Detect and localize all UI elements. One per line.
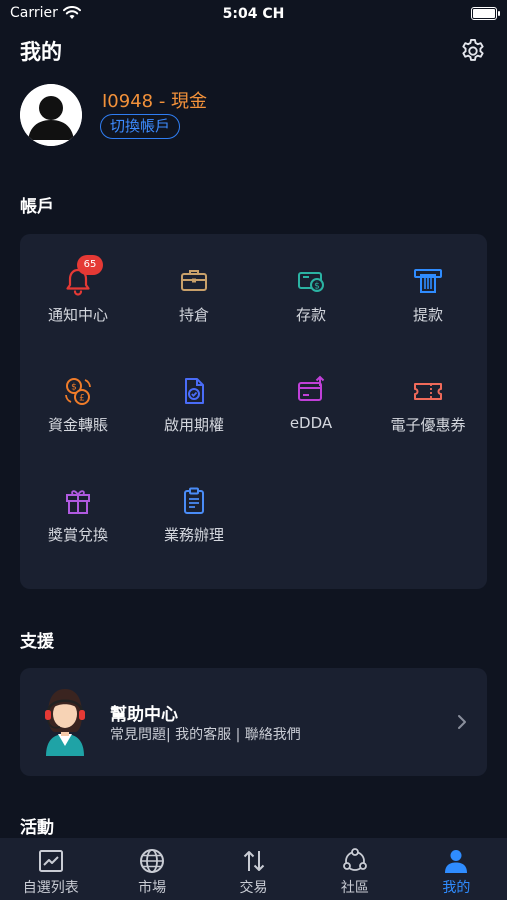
chevron-right-icon: [458, 715, 466, 729]
account-id: I0948 - 現金: [102, 91, 208, 112]
person-icon: [445, 850, 468, 873]
grid-item-deposit[interactable]: $ 存款: [253, 264, 369, 325]
gift-icon: [61, 484, 95, 518]
grid-item-label: 提款: [412, 306, 443, 324]
avatar[interactable]: [20, 84, 82, 146]
carrier-label: Carrier: [10, 5, 58, 21]
grid-item-label: eDDA: [289, 414, 333, 432]
avatar-silhouette-icon: [20, 84, 82, 146]
grid-item-withdraw[interactable]: 提款: [370, 264, 486, 325]
bell-icon: 65: [61, 255, 103, 298]
account-section-title: 帳戶: [20, 197, 54, 217]
briefcase-icon: [177, 264, 211, 298]
document-check-icon: [177, 374, 211, 408]
tab-trade[interactable]: 交易: [203, 838, 304, 900]
globe-icon: [140, 849, 165, 873]
battery-icon: [471, 7, 500, 20]
wifi-icon: [62, 6, 81, 19]
grid-item-enable-options[interactable]: 啟用期權: [136, 374, 252, 435]
grid-item-label: 持倉: [178, 306, 209, 324]
withdraw-icon: [411, 264, 445, 298]
tab-label: 自選列表: [22, 880, 79, 896]
svg-text:$: $: [71, 383, 77, 393]
grid-item-fund-transfer[interactable]: $ £ 資金轉賬: [20, 374, 136, 435]
grid-item-label: 獎賞兌換: [47, 526, 108, 544]
grid-item-holdings[interactable]: 持倉: [136, 264, 252, 325]
grid-item-label: 資金轉賬: [47, 416, 108, 434]
grid-item-notification-center[interactable]: 65 通知中心: [20, 255, 136, 325]
status-left: Carrier: [10, 5, 81, 21]
grid-item-label: 通知中心: [47, 306, 108, 324]
svg-text:£: £: [79, 394, 85, 404]
account-grid-card: 65 通知中心 持倉 $ 存款 提款 $ £ 資金轉賬 啟用期權 eDDA 電子…: [20, 234, 487, 589]
grid-item-label: 業務辦理: [163, 526, 224, 544]
grid-item-label: 啟用期權: [163, 416, 224, 434]
customer-service-agent-icon: [45, 689, 85, 756]
currency-exchange-icon: $ £: [61, 374, 95, 408]
grid-item-e-coupon[interactable]: 電子優惠券: [370, 374, 486, 435]
help-center-subtitle: 常見問題| 我的客服 | 聯絡我們: [110, 727, 301, 743]
status-time: 5:04 CH: [222, 6, 285, 22]
status-bar: Carrier 5:04 CH: [0, 0, 507, 28]
clipboard-icon: [177, 484, 211, 518]
chart-icon: [38, 850, 63, 872]
tab-community[interactable]: 社區: [304, 838, 405, 900]
tab-label: 我的: [442, 880, 471, 896]
grid-item-label: 存款: [295, 306, 326, 324]
grid-item-reward-redemption[interactable]: 獎賞兌換: [20, 484, 136, 545]
activity-section-title: 活動: [20, 818, 54, 838]
grid-item-business-services[interactable]: 業務辦理: [136, 484, 252, 545]
tab-market[interactable]: 市場: [101, 838, 202, 900]
support-section-title: 支援: [20, 632, 54, 652]
help-center-title: 幫助中心: [110, 705, 178, 725]
svg-text:$: $: [314, 282, 320, 292]
deposit-icon: $: [294, 264, 328, 298]
tab-label: 社區: [340, 880, 369, 896]
bottom-tab-bar: 自選列表 市場 交易 社區 我的: [0, 838, 507, 900]
gear-icon[interactable]: [459, 37, 487, 65]
card-upload-icon: [294, 374, 328, 408]
tab-label: 交易: [239, 880, 268, 896]
tab-me[interactable]: 我的: [406, 838, 507, 900]
switch-account-button[interactable]: 切換帳戶: [100, 114, 181, 139]
notification-badge: 65: [77, 255, 103, 275]
tab-label: 市場: [138, 880, 167, 896]
grid-item-label: 電子優惠券: [390, 416, 466, 434]
page-title: 我的: [20, 40, 62, 64]
swap-arrows-icon: [243, 851, 264, 871]
ticket-icon: [411, 374, 445, 408]
community-icon: [343, 848, 367, 871]
tab-watchlist[interactable]: 自選列表: [0, 838, 101, 900]
screen: Carrier 5:04 CH 我的 I0948 - 現金 切換帳戶 帳戶 65…: [0, 0, 507, 900]
grid-item-edda[interactable]: eDDA: [253, 374, 369, 432]
help-center-card[interactable]: 幫助中心 常見問題| 我的客服 | 聯絡我們: [20, 668, 487, 776]
